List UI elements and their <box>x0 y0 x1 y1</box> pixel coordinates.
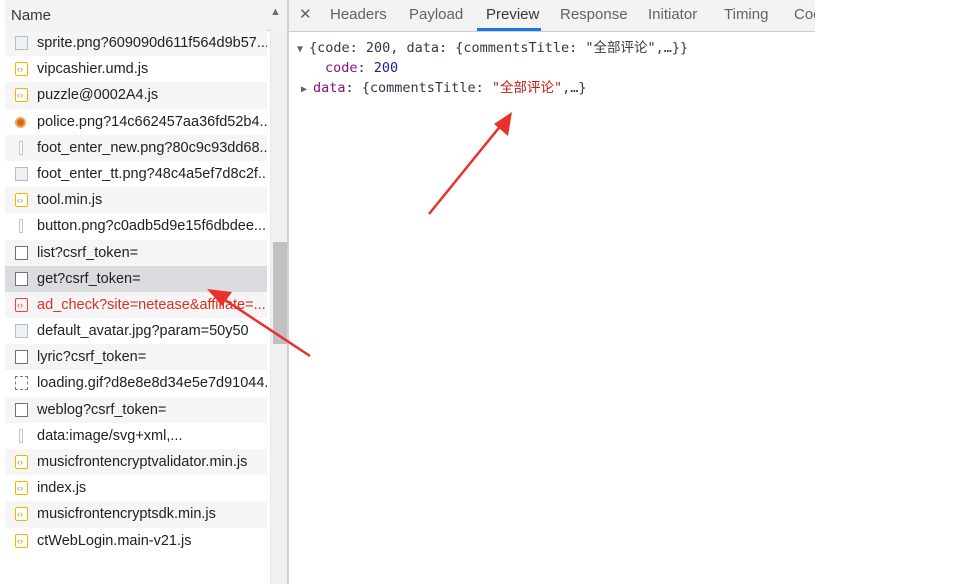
gif-icon <box>15 376 28 391</box>
image-icon <box>15 36 28 50</box>
request-row[interactable]: police.png?14c662457aa36fd52b4... <box>5 108 267 135</box>
request-list-scrollbar[interactable] <box>271 30 287 584</box>
request-row[interactable]: musicfrontencryptsdk.min.js <box>5 501 267 528</box>
json-root-summary: {code: 200, data: {commentsTitle: "全部评论"… <box>309 40 689 56</box>
script-icon <box>15 449 28 475</box>
request-name: foot_enter_tt.png?48c4a5ef7d8c2f... <box>37 165 267 182</box>
document-icon <box>15 350 28 365</box>
request-row[interactable]: index.js <box>5 475 267 502</box>
blank-area <box>815 0 978 584</box>
script-icon <box>15 528 28 554</box>
request-row[interactable]: sprite.png?609090d611f564d9b57... <box>5 30 267 57</box>
tab-preview[interactable]: Preview <box>486 6 539 23</box>
thin-image-icon <box>19 428 23 443</box>
request-rows: sprite.png?609090d611f564d9b57... vipcash… <box>5 30 267 554</box>
request-name: weblog?csrf_token= <box>37 401 167 418</box>
json-code-line: code: 200 <box>325 60 399 76</box>
request-row[interactable]: button.png?c0adb5d9e15f6dbdee... <box>5 213 267 240</box>
sort-up-triangle-icon[interactable]: ▲ <box>270 6 281 18</box>
request-name: lyric?csrf_token= <box>37 349 147 366</box>
image-icon <box>15 166 28 181</box>
request-row[interactable]: data:image/svg+xml,... <box>5 422 267 449</box>
request-row[interactable]: default_avatar.jpg?param=50y50 <box>5 318 267 345</box>
tab-timing[interactable]: Timing <box>724 6 768 23</box>
tab-response[interactable]: Response <box>560 6 628 23</box>
tab-payload[interactable]: Payload <box>409 6 463 23</box>
script-icon <box>15 187 28 213</box>
json-data-line[interactable]: ▶ data: {commentsTitle: "全部评论",…} <box>297 78 688 98</box>
request-row[interactable]: musicfrontencryptvalidator.min.js <box>5 449 267 476</box>
request-detail-panel: ✕ Headers Payload Preview Response Initi… <box>289 0 815 584</box>
triangle-right-icon[interactable]: ▶ <box>301 80 313 100</box>
network-request-list: Name ▲ sprite.png?609090d611f564d9b57...… <box>5 0 287 584</box>
json-value-code: 200 <box>373 60 399 76</box>
image-icon <box>15 324 28 339</box>
request-name: police.png?14c662457aa36fd52b4... <box>37 113 267 130</box>
json-data-open: {commentsTitle: <box>361 80 492 96</box>
request-name: foot_enter_new.png?80c9c93dd68... <box>37 139 267 156</box>
request-name: puzzle@0002A4.js <box>37 87 159 104</box>
thin-image-icon <box>19 140 23 155</box>
request-name: data:image/svg+xml,... <box>37 427 183 444</box>
tab-initiator[interactable]: Initiator <box>648 6 697 23</box>
request-name: tool.min.js <box>37 192 103 209</box>
request-name: ad_check?site=netease&affiliate=... <box>37 296 266 313</box>
request-name: loading.gif?d8e8e8d34e5e7d91044... <box>37 375 267 392</box>
request-row[interactable]: list?csrf_token= <box>5 239 267 266</box>
json-root-line[interactable]: ▼ {code: 200, data: {commentsTitle: "全部评论… <box>297 38 688 58</box>
triangle-down-icon[interactable]: ▼ <box>297 40 309 60</box>
tab-cookies[interactable]: Coo <box>794 6 815 23</box>
request-row[interactable]: puzzle@0002A4.js <box>5 82 267 109</box>
json-preview: ▼ {code: 200, data: {commentsTitle: "全部评论… <box>297 38 688 98</box>
police-badge-icon <box>15 116 26 128</box>
document-icon <box>15 402 28 417</box>
name-column-header[interactable]: Name ▲ <box>5 0 287 31</box>
active-tab-indicator <box>477 28 541 31</box>
document-icon <box>15 271 28 286</box>
request-row[interactable]: loading.gif?d8e8e8d34e5e7d91044... <box>5 370 267 397</box>
scrollbar-thumb[interactable] <box>273 242 287 344</box>
request-row[interactable]: tool.min.js <box>5 187 267 214</box>
request-row[interactable]: ctWebLogin.main-v21.js <box>5 527 267 554</box>
tab-headers[interactable]: Headers <box>330 6 387 23</box>
close-icon[interactable]: ✕ <box>299 5 312 23</box>
request-row[interactable]: vipcashier.umd.js <box>5 56 267 83</box>
json-key-code: code <box>325 60 358 76</box>
request-name: musicfrontencryptsdk.min.js <box>37 506 216 523</box>
request-name: button.png?c0adb5d9e15f6dbdee... <box>37 218 266 235</box>
json-data-close: ,…} <box>562 80 587 96</box>
request-name: index.js <box>37 480 87 497</box>
script-icon <box>15 82 28 108</box>
request-row[interactable]: ad_check?site=netease&affiliate=... <box>5 291 267 319</box>
request-name: sprite.png?609090d611f564d9b57... <box>37 35 267 51</box>
request-name: get?csrf_token= <box>37 270 141 287</box>
name-column-label: Name <box>11 7 52 24</box>
error-script-icon <box>15 292 28 318</box>
request-name: default_avatar.jpg?param=50y50 <box>37 323 249 340</box>
request-name: ctWebLogin.main-v21.js <box>37 532 192 549</box>
document-icon <box>15 245 28 260</box>
request-row[interactable]: lyric?csrf_token= <box>5 344 267 371</box>
thin-image-icon <box>19 219 23 234</box>
json-key-data: data <box>313 80 346 96</box>
request-row[interactable]: get?csrf_token= <box>5 265 267 292</box>
script-icon <box>15 501 28 527</box>
request-row[interactable]: weblog?csrf_token= <box>5 396 267 423</box>
json-data-title: "全部评论" <box>491 80 563 96</box>
script-icon <box>15 56 28 82</box>
request-row[interactable]: foot_enter_new.png?80c9c93dd68... <box>5 134 267 161</box>
request-name: vipcashier.umd.js <box>37 61 149 78</box>
script-icon <box>15 475 28 501</box>
detail-tab-bar: ✕ Headers Payload Preview Response Initi… <box>289 0 815 32</box>
request-name: list?csrf_token= <box>37 244 139 261</box>
request-row[interactable]: foot_enter_tt.png?48c4a5ef7d8c2f... <box>5 160 267 188</box>
request-name: musicfrontencryptvalidator.min.js <box>37 454 248 470</box>
